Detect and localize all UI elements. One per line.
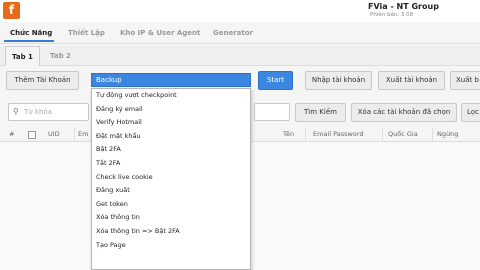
col-email-password: Email Password xyxy=(313,130,364,138)
col-email: Em xyxy=(78,130,89,138)
app-version: Phiên bản: 3.08 xyxy=(370,12,414,18)
dropdown-option[interactable]: Check live cookie xyxy=(92,171,250,185)
start-button[interactable]: Start xyxy=(258,71,293,90)
tab-chuc-nang[interactable]: Chức Năng xyxy=(10,29,52,37)
col-country: Quốc Gia xyxy=(388,130,418,138)
tab-kho-ip-user-agent[interactable]: Kho IP & User Agent xyxy=(120,29,200,37)
tab-1[interactable]: Tab 1 xyxy=(5,46,40,66)
action-select[interactable]: Backup xyxy=(91,73,251,87)
dropdown-option[interactable]: Bật 2FA xyxy=(92,143,250,157)
search-placeholder: Từ khóa xyxy=(24,108,52,116)
search-button[interactable]: Tìm Kiếm xyxy=(295,103,346,122)
dropdown-option[interactable]: Xóa thông tin xyxy=(92,211,250,225)
dropdown-option[interactable]: Đăng ký email xyxy=(92,103,250,117)
dropdown-option[interactable]: Get token xyxy=(92,198,250,212)
delete-selected-button[interactable]: Xóa các tài khoản đã chọn xyxy=(351,103,457,122)
select-all-checkbox[interactable] xyxy=(28,131,36,139)
dropdown-option[interactable]: Tạo Page xyxy=(92,239,250,253)
dropdown-option[interactable]: Tự động vượt checkpoint xyxy=(92,89,250,103)
dropdown-option[interactable]: Xóa thông tin => Bật 2FA xyxy=(92,225,250,239)
sub-tab-bar: Tab 1 Tab 2 xyxy=(0,46,480,66)
dropdown-option[interactable]: Đăng xuất xyxy=(92,184,250,198)
app-title: FVia - NT Group xyxy=(368,2,439,11)
filter-input[interactable] xyxy=(254,103,290,121)
dropdown-option[interactable]: Verify Hotmail xyxy=(92,116,250,130)
col-index: # xyxy=(9,130,15,138)
dropdown-option[interactable]: Đặt mật khẩu xyxy=(92,130,250,144)
col-name: Tên xyxy=(283,130,295,138)
action-dropdown-list: Tự động vượt checkpoint Đăng ký email Ve… xyxy=(91,88,251,270)
col-uid: UID xyxy=(48,130,60,138)
tab-2[interactable]: Tab 2 xyxy=(44,46,77,66)
export-accounts-button[interactable]: Xuất tài khoản xyxy=(378,71,445,90)
search-icon: ⚲ xyxy=(13,107,19,116)
main-tab-bar: Chức Năng Thiết Lập Kho IP & User Agent … xyxy=(0,24,480,44)
filter-button[interactable]: Lọc xyxy=(461,103,480,122)
import-accounts-button[interactable]: Nhập tài khoản xyxy=(305,71,372,90)
tab-thiet-lap[interactable]: Thiết Lập xyxy=(68,29,105,37)
export-more-button[interactable]: Xuất b xyxy=(450,71,480,90)
add-account-button[interactable]: Thêm Tài Khoản xyxy=(6,71,79,90)
dropdown-option[interactable]: Tắt 2FA xyxy=(92,157,250,171)
col-disabled: Ngừng xyxy=(437,130,459,138)
search-input[interactable]: ⚲ Từ khóa xyxy=(8,103,89,121)
tab-generator[interactable]: Generator xyxy=(213,29,253,37)
active-tab-indicator xyxy=(4,40,54,42)
title-bar: f FVia - NT Group Phiên bản: 3.08 xyxy=(0,0,480,22)
app-logo: f xyxy=(3,2,20,19)
